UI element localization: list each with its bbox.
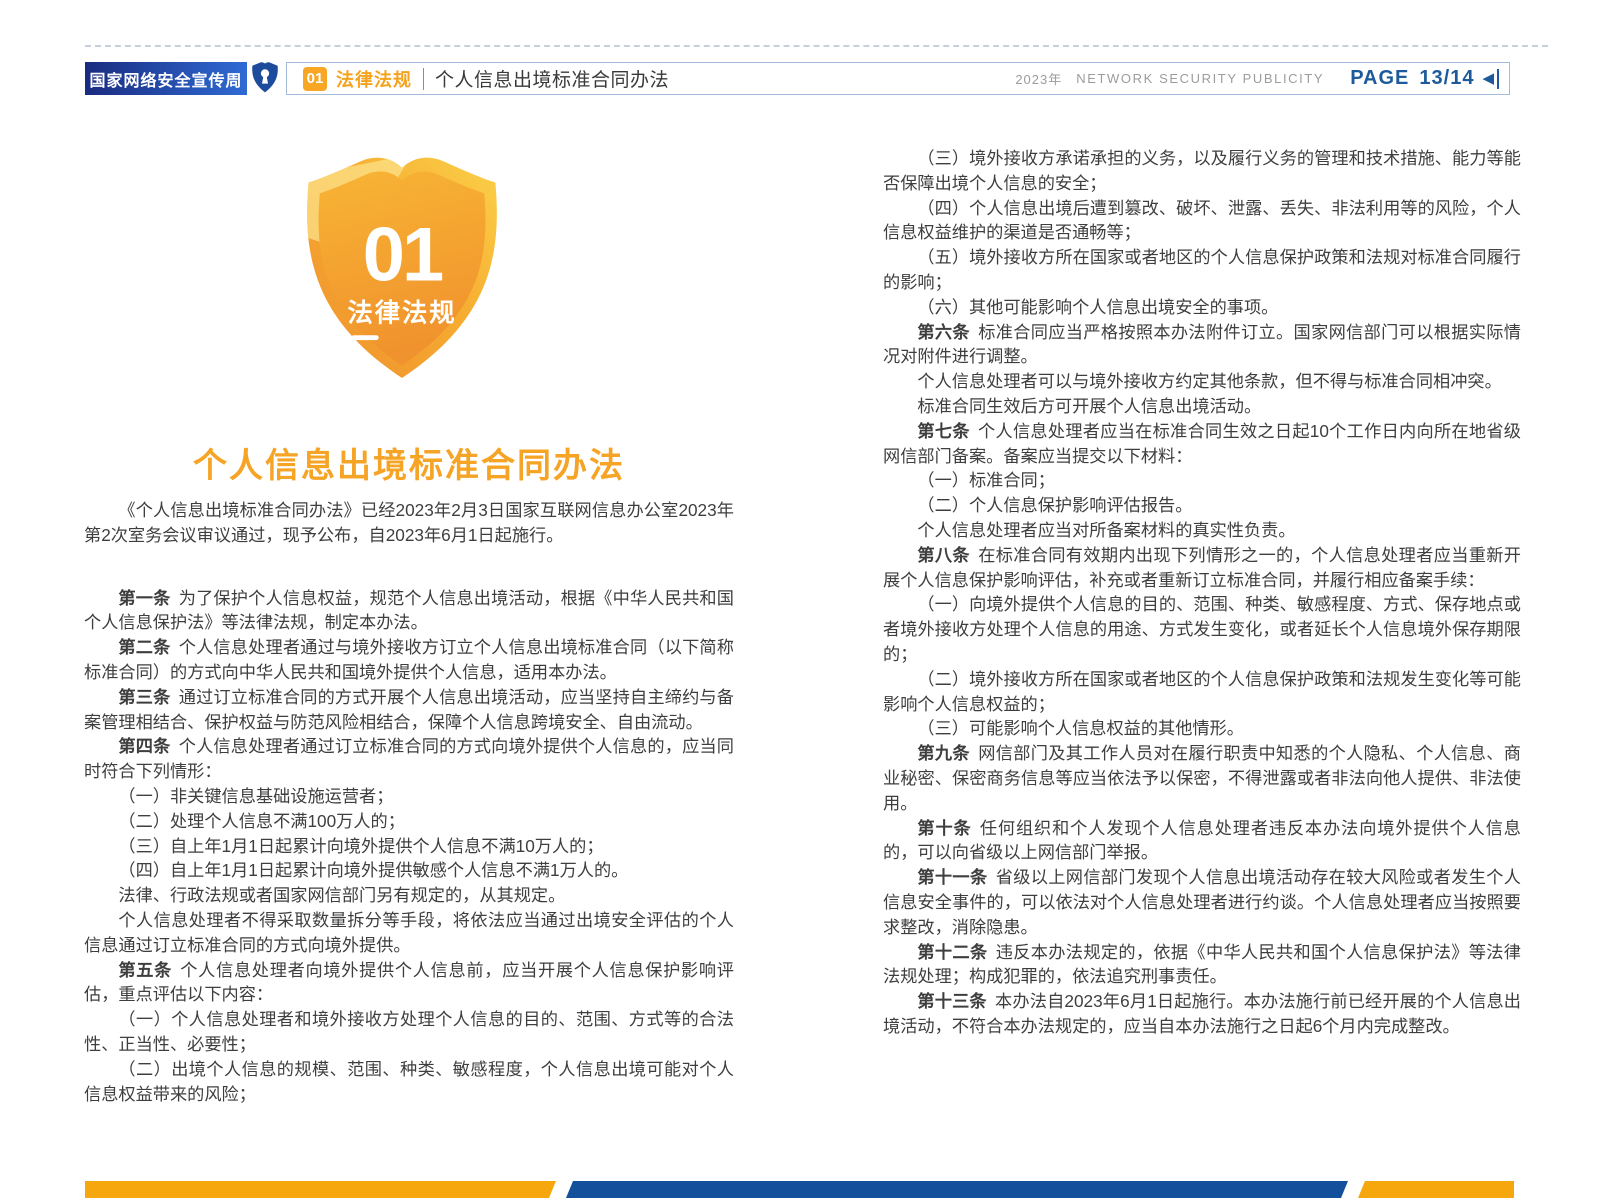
header-bar: 01 法律法规 个人信息出境标准合同办法 2023年 NETWORK SECUR…: [286, 62, 1510, 95]
brand-banner: 国家网络安全宣传周: [85, 62, 247, 95]
paragraph: 第六条标准合同应当严格按照本办法附件订立。国家网信部门可以根据实际情况对附件进行…: [883, 320, 1521, 370]
list-item: （六）其他可能影响个人信息出境安全的事项。: [883, 295, 1521, 320]
badge-underline-dash: [351, 335, 378, 340]
paragraph: 第四条个人信息处理者通过订立标准合同的方式向境外提供个人信息的，应当同时符合下列…: [84, 734, 734, 784]
right-column: （三）境外接收方承诺承担的义务，以及履行义务的管理和技术措施、能力等能否保障出境…: [883, 146, 1521, 1039]
badge-label-text: 法律法规: [348, 300, 457, 328]
list-item: （五）境外接收方所在国家或者地区的个人信息保护政策和法规对标准合同履行的影响；: [883, 245, 1521, 295]
header-right-group: 2023年 NETWORK SECURITY PUBLICITY PAGE 13…: [1015, 67, 1499, 90]
prev-page-icon[interactable]: ◀: [1482, 71, 1494, 86]
paragraph: 第九条网信部门及其工作人员对在履行职责中知悉的个人隐私、个人信息、商业秘密、保密…: [883, 741, 1521, 815]
header-doc-title: 个人信息出境标准合同办法: [435, 65, 669, 92]
list-item: （一）非关键信息基础设施运营者；: [84, 784, 734, 809]
list-item: （一）向境外提供个人信息的目的、范围、种类、敏感程度、方式、保存地点或者境外接收…: [883, 592, 1521, 666]
english-subtitle: NETWORK SECURITY PUBLICITY: [1076, 71, 1324, 86]
list-item: （四）自上年1月1日起累计向境外提供敏感个人信息不满1万人的。: [84, 858, 734, 883]
list-item: （一）标准合同；: [883, 468, 1521, 493]
list-item: （三）可能影响个人信息权益的其他情形。: [883, 716, 1521, 741]
page-label: PAGE: [1350, 67, 1409, 90]
shield-keyhole-icon: [250, 61, 280, 95]
footer-bar-orange-right: [1358, 1181, 1514, 1198]
list-item: （三）境外接收方承诺承担的义务，以及履行义务的管理和技术措施、能力等能否保障出境…: [883, 146, 1521, 196]
section-label: 法律法规: [336, 66, 412, 92]
year-label: 2023年: [1015, 69, 1062, 88]
list-item: （二）出境个人信息的规模、范围、种类、敏感程度，个人信息出境可能对个人信息权益带…: [84, 1057, 734, 1107]
section-number-badge: 01: [303, 67, 327, 91]
list-item: （一）个人信息处理者和境外接收方处理个人信息的目的、范围、方式等的合法性、正当性…: [84, 1007, 734, 1057]
paragraph: 第七条个人信息处理者应当在标准合同生效之日起10个工作日内向所在地省级网信部门备…: [883, 419, 1521, 469]
paragraph: 第一条为了保护个人信息权益，规范个人信息出境活动，根据《中华人民共和国个人信息保…: [84, 586, 734, 636]
paragraph: 标准合同生效后方可开展个人信息出境活动。: [883, 394, 1521, 419]
list-item: （四）个人信息出境后遭到篡改、破坏、泄露、丢失、非法利用等的风险，个人信息权益维…: [883, 196, 1521, 246]
paragraph: 第五条个人信息处理者向境外提供个人信息前，应当开展个人信息保护影响评估，重点评估…: [84, 958, 734, 1008]
page-number: 13/14: [1419, 67, 1474, 90]
paragraph: 个人信息处理者不得采取数量拆分等手段，将依法应当通过出境安全评估的个人信息通过订…: [84, 908, 734, 958]
footer-bar-orange-left: [85, 1181, 556, 1198]
paragraph: 个人信息处理者可以与境外接收方约定其他条款，但不得与标准合同相冲突。: [883, 369, 1521, 394]
list-item: （二）境外接收方所在国家或者地区的个人信息保护政策和法规发生变化等可能影响个人信…: [883, 667, 1521, 717]
paragraph: 第二条个人信息处理者通过与境外接收方订立个人信息出境标准合同（以下简称标准合同）…: [84, 635, 734, 685]
badge-number-text: 01: [363, 213, 443, 298]
article-intro: 《个人信息出境标准合同办法》已经2023年2月3日国家互联网信息办公室2023年…: [84, 498, 734, 548]
chapter-shield-badge: 01 法律法规: [295, 146, 509, 396]
paragraph: 法律、行政法规或者国家网信部门另有规定的，从其规定。: [84, 883, 734, 908]
paragraph: 第三条通过订立标准合同的方式开展个人信息出境活动，应当坚持自主缔约与备案管理相结…: [84, 685, 734, 735]
nav-bar-icon: [1497, 69, 1499, 89]
paragraph: 第十一条省级以上网信部门发现个人信息出境活动存在较大风险或者发生个人信息安全事件…: [883, 865, 1521, 939]
paragraph: 第八条在标准合同有效期内出现下列情形之一的，个人信息处理者应当重新开展个人信息保…: [883, 543, 1521, 593]
list-item: （二）处理个人信息不满100万人的；: [84, 809, 734, 834]
paragraph: 第十三条本办法自2023年6月1日起施行。本办法施行前已经开展的个人信息出境活动…: [883, 989, 1521, 1039]
header-divider: [423, 68, 424, 90]
list-item: （二）个人信息保护影响评估报告。: [883, 493, 1521, 518]
article-title: 个人信息出境标准合同办法: [84, 446, 734, 486]
footer-bar-blue: [566, 1181, 1348, 1198]
left-column: 个人信息出境标准合同办法 《个人信息出境标准合同办法》已经2023年2月3日国家…: [84, 446, 734, 1106]
paragraph: 第十二条违反本办法规定的，依据《中华人民共和国个人信息保护法》等法律法规处理；构…: [883, 940, 1521, 990]
paragraph: 个人信息处理者应当对所备案材料的真实性负责。: [883, 518, 1521, 543]
list-item: （三）自上年1月1日起累计向境外提供个人信息不满10万人的；: [84, 834, 734, 859]
paragraph: 第十条任何组织和个人发现个人信息处理者违反本办法向境外提供个人信息的，可以向省级…: [883, 816, 1521, 866]
brand-label: 国家网络安全宣传周: [89, 67, 242, 91]
header-dashed-rule: [85, 45, 1548, 47]
